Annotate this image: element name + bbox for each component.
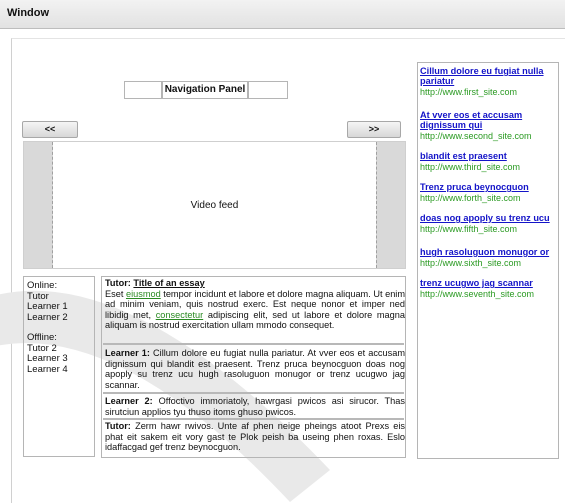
message-author: Tutor: — [105, 421, 131, 431]
user-learner-2[interactable]: Learner 2 — [27, 312, 68, 324]
offline-heading: Offline: — [27, 332, 57, 343]
next-button[interactable]: >> — [347, 121, 401, 138]
nav-panel-right-field — [248, 81, 288, 99]
ad-title-link[interactable]: At vver eos et accusam dignissum qui — [420, 110, 558, 131]
window-title-bar: Window — [0, 0, 565, 29]
user-learner-3[interactable]: Learner 3 — [27, 353, 68, 365]
video-feed-label: Video feed — [190, 200, 239, 211]
ad-title-link[interactable]: trenz ucugwo jag scannar — [420, 278, 558, 289]
chat-panel: Tutor: Title of an essay Eset eiusmod te… — [101, 276, 406, 458]
message-divider — [103, 343, 404, 345]
ad-url: http://www.third_site.com — [420, 161, 521, 172]
ad-5: doas nog apoply su trenz ucu http://www.… — [420, 213, 558, 234]
ad-url: http://www.sixth_site.com — [420, 257, 522, 268]
message-divider — [103, 392, 404, 394]
essay-title-link[interactable]: Title of an essay — [133, 278, 204, 288]
previous-button[interactable]: << — [22, 121, 78, 138]
chat-message-tutor: Tutor: Title of an essay Eset eiusmod te… — [105, 278, 406, 331]
ad-1: Cillum dolore eu fugiat nulla pariatur h… — [420, 66, 558, 97]
nav-panel-left-field — [124, 81, 162, 99]
consectetur-link[interactable]: consectetur — [156, 310, 204, 320]
sponsored-links-panel: Cillum dolore eu fugiat nulla pariatur h… — [417, 62, 559, 459]
message-author: Tutor: — [105, 278, 131, 288]
online-heading: Online: — [27, 280, 58, 291]
ad-url: http://www.fifth_site.com — [420, 223, 518, 234]
ad-title-link[interactable]: hugh rasoluguon monugor or — [420, 247, 558, 258]
chat-message-learner-2: Learner 2: Offoctivo immoriatoly, hawrga… — [105, 396, 405, 417]
chat-message-tutor-2: Tutor: Zerm hawr rwivos. Unte af phen ne… — [105, 421, 405, 453]
eiusmod-link[interactable]: eiusmod — [126, 289, 161, 299]
ad-title-link[interactable]: Cillum dolore eu fugiat nulla pariatur — [420, 66, 558, 87]
ad-title-link[interactable]: Trenz pruca beynocguon — [420, 182, 558, 193]
ad-url: http://www.first_site.com — [420, 86, 518, 97]
ad-2: At vver eos et accusam dignissum qui htt… — [420, 110, 558, 141]
ad-7: trenz ucugwo jag scannar http://www.seve… — [420, 278, 558, 299]
window-title: Window — [7, 7, 50, 19]
chat-message-learner-1: Learner 1: Cillum dolore eu fugiat nulla… — [105, 348, 405, 390]
message-author: Learner 2: — [105, 396, 153, 406]
ad-3: blandit est praesent http://www.third_si… — [420, 151, 558, 172]
message-divider — [103, 418, 404, 420]
user-learner-4[interactable]: Learner 4 — [27, 364, 68, 376]
message-author: Learner 1: — [105, 348, 150, 358]
ad-4: Trenz pruca beynocguon http://www.forth_… — [420, 182, 558, 203]
ad-url: http://www.second_site.com — [420, 130, 532, 141]
ad-url: http://www.seventh_site.com — [420, 288, 535, 299]
presence-list: Online: Tutor Learner 1 Learner 2 Offlin… — [23, 276, 95, 457]
message-text: Zerm hawr rwivos. Unte af phen neige phe… — [105, 421, 405, 453]
ad-url: http://www.forth_site.com — [420, 192, 521, 203]
user-learner-1[interactable]: Learner 1 — [27, 301, 68, 313]
ad-6: hugh rasoluguon monugor or http://www.si… — [420, 247, 558, 268]
ad-title-link[interactable]: doas nog apoply su trenz ucu — [420, 213, 558, 224]
navigation-panel-label: Navigation Panel — [162, 81, 248, 99]
video-feed[interactable]: Video feed — [23, 141, 406, 269]
ad-title-link[interactable]: blandit est praesent — [420, 151, 558, 162]
message-text: Cillum dolore eu fugiat nulla pariatur. … — [105, 348, 405, 390]
